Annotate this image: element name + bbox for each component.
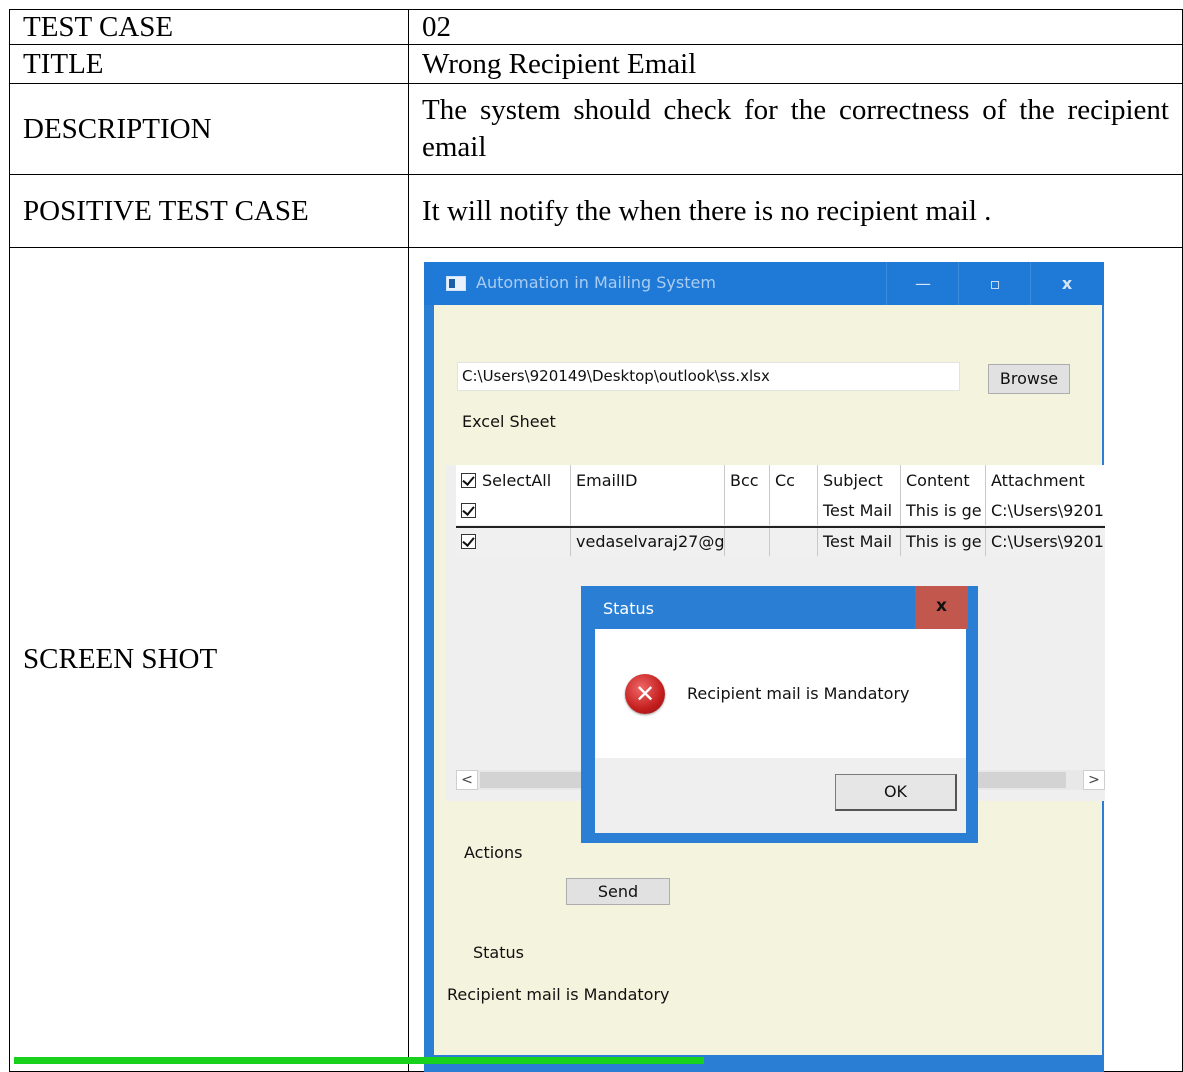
value-positive-test-case: It will notify the when there is no reci… bbox=[408, 174, 1183, 248]
excel-sheet-label: Excel Sheet bbox=[462, 412, 556, 431]
app-window-icon bbox=[446, 276, 466, 291]
column-header-attachment[interactable]: Attachment bbox=[986, 465, 1105, 497]
column-header-content[interactable]: Content bbox=[901, 465, 986, 497]
grid-header: SelectAll EmailID Bcc Cc Subject Content… bbox=[456, 465, 1105, 497]
bcc-cell[interactable] bbox=[725, 528, 770, 556]
label-positive-test-case: POSITIVE TEST CASE bbox=[9, 174, 409, 248]
actions-label: Actions bbox=[464, 843, 523, 862]
send-button[interactable]: Send bbox=[566, 878, 670, 905]
progress-bar bbox=[14, 1057, 704, 1064]
label-screen-shot: SCREEN SHOT bbox=[9, 247, 409, 1072]
content-cell[interactable]: This is ge bbox=[901, 497, 986, 525]
row-test-case: TEST CASE 02 bbox=[9, 9, 1183, 45]
row-description: DESCRIPTION The system should check for … bbox=[9, 83, 1183, 175]
value-description-cell: The system should check for the correctn… bbox=[408, 83, 1183, 175]
status-text: Recipient mail is Mandatory bbox=[447, 985, 670, 1004]
email-cell[interactable]: vedaselvaraj27@g bbox=[571, 528, 725, 556]
attachment-cell[interactable]: C:\Users\9201 bbox=[986, 528, 1105, 556]
status-dialog: Status x ✕ Recipient mail is Mandatory O… bbox=[581, 586, 978, 843]
email-cell[interactable] bbox=[571, 497, 725, 525]
maximize-button[interactable]: ▫ bbox=[958, 262, 1031, 305]
dialog-close-button[interactable]: x bbox=[915, 586, 968, 629]
cc-cell[interactable] bbox=[770, 528, 818, 556]
app-titlebar[interactable]: Automation in Mailing System — ▫ x bbox=[424, 262, 1104, 305]
select-all-checkbox[interactable] bbox=[461, 473, 476, 488]
row-positive-test-case: POSITIVE TEST CASE It will notify the wh… bbox=[9, 174, 1183, 248]
row-checkbox[interactable] bbox=[461, 534, 476, 549]
close-button[interactable]: x bbox=[1030, 262, 1103, 305]
error-icon: ✕ bbox=[625, 674, 665, 714]
column-header-emailid[interactable]: EmailID bbox=[571, 465, 725, 497]
ok-button[interactable]: OK bbox=[835, 774, 957, 811]
row-select-cell[interactable] bbox=[456, 528, 571, 556]
table-row[interactable]: vedaselvaraj27@g Test Mail This is ge C:… bbox=[456, 526, 1105, 556]
attachment-cell[interactable]: C:\Users\9201 bbox=[986, 497, 1105, 525]
label-title: TITLE bbox=[9, 44, 409, 84]
row-checkbox[interactable] bbox=[461, 503, 476, 518]
label-description: DESCRIPTION bbox=[9, 83, 409, 175]
label-test-case: TEST CASE bbox=[9, 9, 409, 45]
value-description: The system should check for the correctn… bbox=[422, 94, 1169, 163]
scroll-right-icon[interactable]: > bbox=[1083, 770, 1105, 790]
file-path-input[interactable]: C:\Users\920149\Desktop\outlook\ss.xlsx bbox=[457, 362, 960, 391]
status-label: Status bbox=[473, 943, 524, 962]
browse-button[interactable]: Browse bbox=[988, 364, 1070, 394]
cc-cell[interactable] bbox=[770, 497, 818, 525]
scroll-track-segment bbox=[966, 772, 1066, 788]
select-all-label: SelectAll bbox=[482, 471, 552, 490]
value-test-case: 02 bbox=[408, 9, 1183, 45]
column-header-bcc[interactable]: Bcc bbox=[725, 465, 770, 497]
dialog-title: Status bbox=[603, 599, 654, 618]
select-all-header[interactable]: SelectAll bbox=[456, 465, 571, 497]
scroll-left-icon[interactable]: < bbox=[456, 770, 478, 790]
dialog-footer: OK bbox=[595, 758, 966, 833]
subject-cell[interactable]: Test Mail bbox=[818, 497, 901, 525]
subject-cell[interactable]: Test Mail bbox=[818, 528, 901, 556]
column-header-subject[interactable]: Subject bbox=[818, 465, 901, 497]
row-title: TITLE Wrong Recipient Email bbox=[9, 44, 1183, 84]
dialog-body: ✕ Recipient mail is Mandatory bbox=[595, 629, 966, 758]
app-title: Automation in Mailing System bbox=[476, 273, 716, 292]
content-cell[interactable]: This is ge bbox=[901, 528, 986, 556]
bcc-cell[interactable] bbox=[725, 497, 770, 525]
column-header-cc[interactable]: Cc bbox=[770, 465, 818, 497]
table-row[interactable]: Test Mail This is ge C:\Users\9201 bbox=[456, 497, 1105, 525]
value-title: Wrong Recipient Email bbox=[408, 44, 1183, 84]
dialog-message: Recipient mail is Mandatory bbox=[687, 684, 910, 703]
row-select-cell[interactable] bbox=[456, 497, 571, 525]
minimize-button[interactable]: — bbox=[886, 262, 959, 305]
